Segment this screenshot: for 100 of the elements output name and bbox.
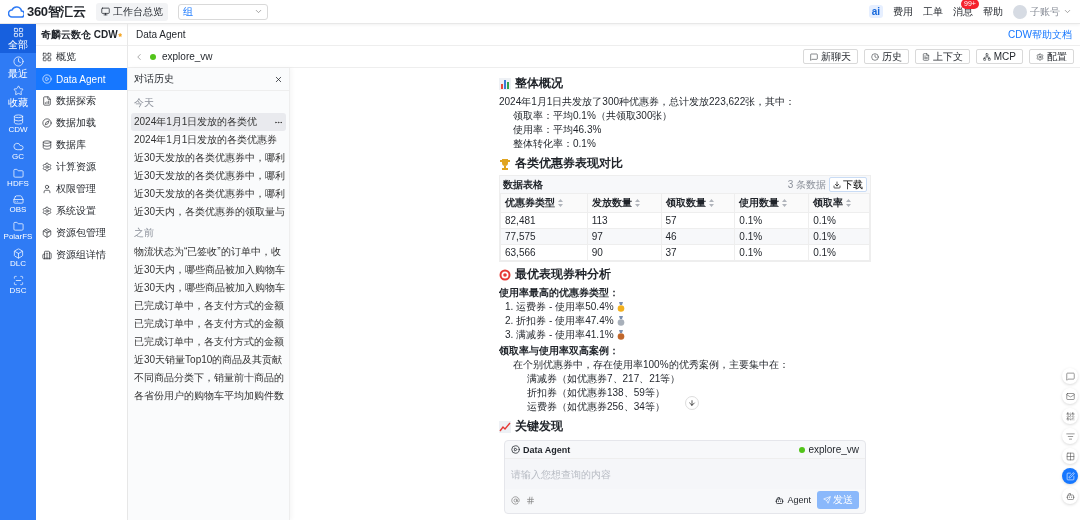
mail-icon [1065,391,1075,401]
hash-icon[interactable] [526,495,535,505]
chevron-icon[interactable] [1063,7,1072,16]
nav-item[interactable]: 系统设置 [36,200,127,222]
help-link[interactable]: CDW帮助文档 [1008,27,1072,42]
composer-title: Data Agent [523,444,571,455]
clock-icon [12,56,24,67]
nav-item[interactable]: 概览 [36,46,127,68]
logo-text: 360智汇云 [27,2,86,21]
workspace-button[interactable]: 工作台总览 [95,2,168,21]
chevron-icon [253,7,263,16]
nav-item[interactable]: 资源包管理 [36,222,127,244]
ranked-item: 运费券 - 使用率50.4% [516,300,614,314]
nav-item[interactable]: 数据加载 [36,112,127,134]
history-item[interactable]: 近30天发放的各类优惠券中，哪利 [131,167,286,185]
panel-title: 对话历史 [134,72,174,86]
user-role: 子账号 [1030,4,1060,19]
building-icon [42,250,52,260]
history-item[interactable]: 近30天发放的各类优惠券中，哪利 [131,185,286,203]
clock-icon [870,52,879,61]
paragraph: 在个别优惠券中，存在使用率100%的优秀案例，主要集中在： [513,358,789,372]
ai-icon[interactable]: ai [868,5,883,18]
history-item[interactable]: 已完成订单中，各支付方式的金额 [131,315,286,333]
history-item[interactable]: 近30天内，哪些商品被加入购物车 [131,261,286,279]
history-item[interactable]: 物流状态为“已签收”的订单中，收 [131,243,286,261]
summary-line: 使用率：平均46.3% [513,123,602,137]
avatar[interactable] [1013,4,1027,19]
floating-tool-button[interactable] [1062,428,1078,444]
project-select[interactable]: 组 [177,3,268,20]
rail-item[interactable]: 收藏 [0,82,36,111]
nav-item[interactable]: 计算资源 [36,156,127,178]
history-item[interactable]: 已完成订单中，各支付方式的金额 [131,333,286,351]
product-name: 奇麟云数仓 CDW [41,27,118,42]
nav-item[interactable]: 数据库 [36,134,127,156]
close-icon[interactable] [274,74,283,84]
download-icon [833,180,841,189]
floating-tool-button[interactable] [1062,408,1078,424]
list-number: 1. [505,300,514,314]
floating-tool-button[interactable] [1062,388,1078,404]
toolbar-button[interactable]: MCP [975,49,1023,64]
chat-icon [1065,371,1075,381]
history-item[interactable]: 已完成订单中，各支付方式的金额 [131,297,286,315]
subheading: 领取率与使用率双高案例： [499,344,619,358]
rail-item[interactable]: HDFS [0,164,36,192]
rail-item[interactable]: 全部 [0,24,36,53]
history-item[interactable]: 近30天销量Top10的商品及其贡献 [131,351,286,369]
table-title: 数据表格 [503,177,543,192]
robot-icon [1065,491,1075,501]
floating-tool-button[interactable] [1062,448,1078,464]
rail-item[interactable]: GC [0,137,36,165]
history-item[interactable]: 近30天发放的各类优惠券中，哪利 [131,149,286,167]
top-nav-link[interactable]: 帮助 [983,4,1003,19]
history-item[interactable]: 各省份用户的购物车平均加购件数 [131,387,286,405]
floating-tool-button[interactable] [1062,368,1078,384]
nav-item[interactable]: 数据探索 [36,90,127,112]
mode-selector[interactable]: Agent [775,495,811,505]
history-item[interactable]: 2024年1月1日发放的各类优 [131,113,286,131]
sort-icon[interactable] [782,199,788,207]
list-number: 2. [505,314,514,328]
history-item[interactable]: 近30天内，各类优惠券的领取量与 [131,203,286,221]
datasource-name: explore_vw [808,444,859,455]
nav-item[interactable]: Data Agent [36,68,127,90]
grid-icon [42,52,52,62]
ranked-item: 满减券 - 使用率41.1% [516,328,614,342]
send-icon [823,496,831,504]
toolbar-button[interactable]: 配置 [1029,49,1074,64]
monitor-icon [100,7,110,16]
mention-icon[interactable] [511,495,520,505]
history-item[interactable]: 近30天内，哪些商品被加入购物车 [131,279,286,297]
sort-icon[interactable] [558,199,563,207]
rail-item[interactable]: CDW [0,111,36,138]
scroll-down-button[interactable] [685,396,699,410]
sort-icon[interactable] [634,199,640,207]
rail-item[interactable]: DSC [0,271,36,299]
back-icon[interactable] [134,51,144,62]
arrow-down-icon [688,399,696,407]
settings-icon [1036,52,1044,61]
sort-icon[interactable] [708,199,714,207]
package-icon [42,228,52,238]
breadcrumb-item[interactable]: Data Agent [136,29,186,40]
download-button[interactable]: 下载 [829,177,867,192]
intro-text: 2024年1月1日共发放了300种优惠券，总计发放223,622张，其中： [499,95,796,109]
nav-item[interactable]: 权限管理 [36,178,127,200]
toolbar-button[interactable]: 上下文 [914,49,970,64]
rail-item[interactable]: DLC [0,245,36,272]
top-nav-link[interactable]: 工单 [923,4,943,19]
case-line: 运费券（如优惠券256、34等） [527,400,665,414]
rail-item[interactable]: 最近 [0,53,36,82]
rail-item[interactable]: OBS [0,191,36,219]
history-item[interactable]: 2024年1月1日发放的各类优惠券 [131,131,286,149]
top-nav-link[interactable]: 费用 [893,4,913,19]
heading-text: 最优表现券种分析 [515,266,611,283]
history-item[interactable]: 不同商品分类下，销量前十商品的 [131,369,286,387]
sort-icon[interactable] [846,199,852,207]
nav-item[interactable]: 资源组详情 [36,244,127,266]
toolbar-button[interactable]: 历史 [863,49,909,64]
floating-tool-button[interactable] [1062,488,1078,504]
toolbar-button[interactable]: 新聊天 [802,49,858,64]
rail-item[interactable]: PolarFS [0,218,36,245]
floating-tool-button[interactable] [1062,468,1078,484]
